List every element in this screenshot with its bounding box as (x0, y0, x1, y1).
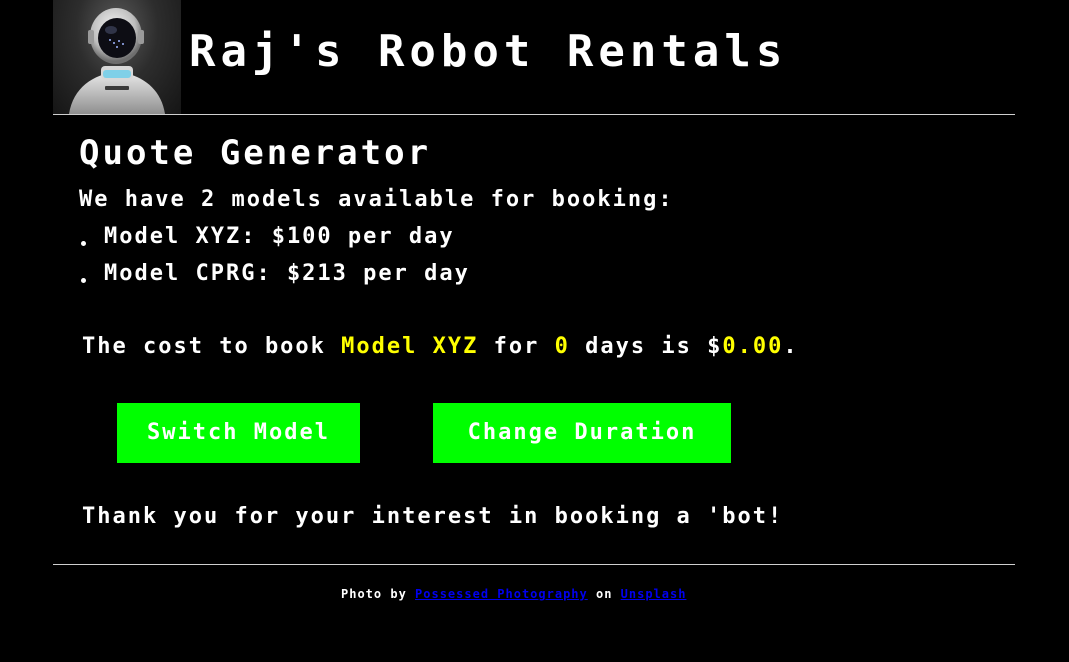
credit-middle: on (587, 587, 621, 601)
model-list: Model XYZ: $100 per day Model CPRG: $213… (79, 221, 470, 295)
cost-middle: for (478, 334, 555, 359)
model-label: Model XYZ: $100 per day (104, 224, 455, 249)
site-header: Raj's Robot Rentals (53, 0, 1015, 114)
header-divider (53, 114, 1015, 115)
photo-credit: Photo by Possessed Photography on Unspla… (341, 585, 686, 603)
page-title: Quote Generator (79, 133, 432, 173)
change-duration-button[interactable]: Change Duration (433, 403, 731, 463)
switch-model-button[interactable]: Switch Model (117, 403, 360, 463)
cost-prefix: The cost to book (82, 334, 342, 359)
days-value: 0 (554, 334, 570, 359)
bullet-icon (81, 278, 86, 283)
model-label: Model CPRG: $213 per day (104, 261, 470, 286)
cost-end: . (783, 334, 799, 359)
page: Raj's Robot Rentals Quote Generator We h… (0, 0, 1069, 662)
bullet-icon (81, 241, 86, 246)
footer-divider (53, 564, 1015, 565)
unsplash-link[interactable]: Unsplash (621, 587, 687, 601)
list-item: Model CPRG: $213 per day (79, 258, 470, 295)
credit-prefix: Photo by (341, 587, 416, 601)
list-item: Model XYZ: $100 per day (79, 221, 470, 258)
models-intro: We have 2 models available for booking: (79, 187, 674, 212)
site-title: Raj's Robot Rentals (189, 26, 788, 77)
cost-summary: The cost to book Model XYZ for 0 days is… (82, 331, 799, 363)
cost-days-suffix: days is $ (569, 334, 723, 359)
selected-model: Model XYZ (341, 334, 479, 359)
photographer-link[interactable]: Possessed Photography (415, 587, 588, 601)
robot-image (69, 8, 165, 114)
robot-photo (53, 0, 181, 114)
total-cost: 0.00 (722, 334, 784, 359)
thank-you-message: Thank you for your interest in booking a… (82, 504, 784, 529)
